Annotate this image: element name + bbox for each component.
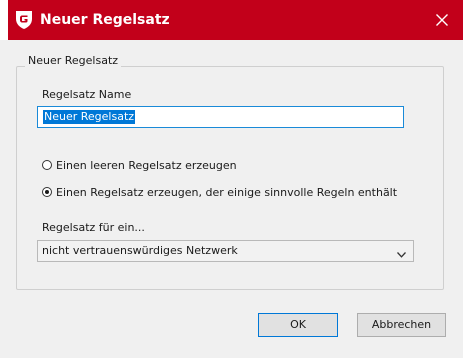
close-icon <box>436 14 448 26</box>
radio-empty-rule-set[interactable]: Einen leeren Regelsatz erzeugen <box>42 158 382 174</box>
radio-empty-rule-set-label: Einen leeren Regelsatz erzeugen <box>56 159 237 172</box>
radio-empty-rule-set-dot <box>42 160 52 170</box>
ok-button[interactable]: OK <box>258 313 338 337</box>
group-legend: Neuer Regelsatz <box>25 54 122 68</box>
radio-default-rules-dot <box>42 187 52 197</box>
window-title: Neuer Regelsatz <box>40 12 170 28</box>
network-type-value: nicht vertrauenswürdiges Netzwerk <box>42 244 238 257</box>
rule-set-name-value: Neuer Regelsatz <box>43 110 136 124</box>
close-button[interactable] <box>427 6 457 34</box>
network-type-label: Regelsatz für ein... <box>42 221 145 234</box>
rule-set-name-label: Regelsatz Name <box>42 88 132 101</box>
radio-default-rules-label: Einen Regelsatz erzeugen, der einige sin… <box>56 186 398 199</box>
title-bar: Neuer Regelsatz <box>8 0 463 40</box>
rule-set-name-input[interactable]: Neuer Regelsatz <box>37 106 404 128</box>
radio-default-rules[interactable]: Einen Regelsatz erzeugen, der einige sin… <box>42 185 397 201</box>
cancel-button[interactable]: Abbrechen <box>357 313 446 337</box>
gdata-logo-icon <box>15 10 33 30</box>
chevron-down-icon <box>397 248 406 261</box>
network-type-select[interactable]: nicht vertrauenswürdiges Netzwerk <box>37 240 414 262</box>
